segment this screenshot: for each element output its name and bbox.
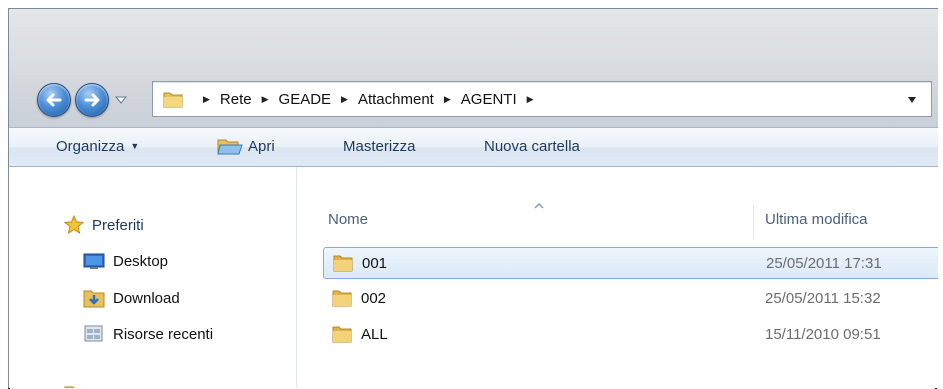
- arrow-left-icon: [46, 93, 62, 107]
- arrow-right-icon: [84, 93, 100, 107]
- file-modified: 25/05/2011 15:32: [765, 290, 881, 307]
- burn-button[interactable]: Masterizza: [343, 138, 416, 155]
- download-folder-icon: [83, 290, 105, 308]
- sort-arrow-icon: [534, 203, 544, 209]
- file-name: 001: [362, 255, 388, 272]
- chevron-right-icon[interactable]: ▶: [203, 94, 210, 105]
- sidebar-item-label: Preferiti: [92, 216, 144, 234]
- sidebar-item-desktop[interactable]: Desktop: [83, 252, 168, 270]
- organize-label: Organizza: [56, 138, 125, 155]
- folder-icon: [332, 290, 352, 307]
- forward-button[interactable]: [75, 83, 109, 117]
- address-bar[interactable]: ▶ Rete ▶ GEADE ▶ Attachment ▶ AGENTI ▶: [152, 81, 932, 117]
- table-row[interactable]: ALL 15/11/2010 09:51: [323, 319, 938, 351]
- file-modified: 25/05/2011 17:31: [766, 255, 882, 272]
- library-icon: [64, 386, 75, 388]
- sidebar-item-label: Desktop: [113, 252, 169, 270]
- chevron-right-icon[interactable]: ▶: [527, 94, 534, 105]
- folder-icon: [163, 92, 183, 108]
- chevron-down-icon: ▼: [130, 141, 140, 151]
- recent-places-icon: [84, 325, 103, 342]
- open-label: Apri: [248, 137, 275, 155]
- table-row[interactable]: 001 25/05/2011 17:31: [323, 247, 938, 279]
- organize-button[interactable]: Organizza ▼: [56, 138, 139, 155]
- sidebar-item-label: Download: [113, 289, 180, 307]
- sidebar-item-recent-places[interactable]: Risorse recenti: [83, 324, 213, 344]
- file-list: Nome Ultima modifica 001 25/05/2011 17:3…: [298, 167, 938, 388]
- column-divider[interactable]: [753, 205, 754, 239]
- sidebar-item-download[interactable]: Download: [83, 288, 180, 308]
- new-folder-button[interactable]: Nuova cartella: [484, 138, 580, 155]
- column-header-modified[interactable]: Ultima modifica: [765, 211, 868, 228]
- star-icon: [64, 215, 84, 235]
- open-folder-icon: [217, 139, 243, 155]
- sidebar-item-label: Risorse recenti: [113, 325, 214, 343]
- desktop-icon: [83, 253, 105, 269]
- breadcrumb-item[interactable]: GEADE: [279, 91, 332, 108]
- breadcrumb: ▶ Rete ▶ GEADE ▶ Attachment ▶ AGENTI ▶: [193, 91, 544, 108]
- column-header-name[interactable]: Nome: [328, 211, 368, 228]
- file-name: 002: [361, 290, 387, 307]
- open-button[interactable]: Apri: [216, 136, 275, 156]
- table-row[interactable]: 002 25/05/2011 15:32: [323, 283, 938, 315]
- explorer-window: ▶ Rete ▶ GEADE ▶ Attachment ▶ AGENTI ▶ O…: [8, 8, 938, 388]
- recent-pages-dropdown-icon[interactable]: [114, 95, 128, 105]
- breadcrumb-item[interactable]: Attachment: [358, 91, 434, 108]
- file-name: ALL: [361, 326, 388, 343]
- address-dropdown-icon[interactable]: [907, 96, 917, 104]
- breadcrumb-item[interactable]: Rete: [220, 91, 252, 108]
- folder-icon: [333, 255, 353, 272]
- navigation-pane: Preferiti Desktop Download Risorse recen…: [9, 167, 297, 388]
- chevron-right-icon[interactable]: ▶: [444, 94, 451, 105]
- chevron-right-icon[interactable]: ▶: [262, 94, 269, 105]
- back-button[interactable]: [37, 83, 71, 117]
- folder-icon: [332, 326, 352, 343]
- sidebar-item-partial[interactable]: [64, 385, 94, 388]
- sidebar-item-favorites[interactable]: Preferiti: [64, 215, 144, 235]
- chevron-right-icon[interactable]: ▶: [341, 94, 348, 105]
- command-bar: Organizza ▼ Apri Masterizza Nuova cartell…: [9, 127, 938, 167]
- file-modified: 15/11/2010 09:51: [765, 326, 881, 343]
- explorer-body: Preferiti Desktop Download Risorse recen…: [9, 167, 938, 388]
- breadcrumb-item[interactable]: AGENTI: [461, 91, 517, 108]
